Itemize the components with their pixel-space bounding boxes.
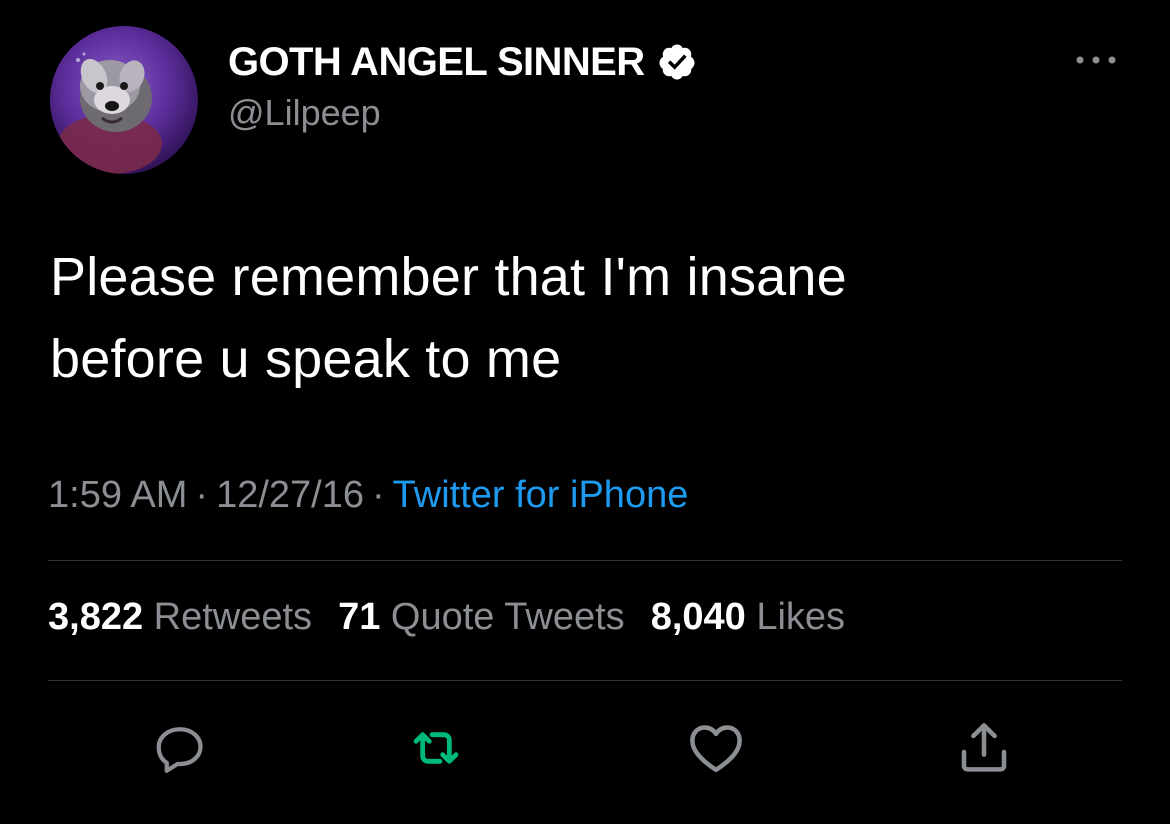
verified-badge-icon bbox=[659, 44, 694, 80]
more-icon[interactable] bbox=[1072, 48, 1120, 72]
heart-icon bbox=[690, 725, 742, 773]
likes-stat[interactable]: 8,040 Likes bbox=[651, 596, 845, 638]
tweet-date[interactable]: 12/27/16 bbox=[216, 474, 364, 516]
divider bbox=[48, 680, 1122, 681]
tweet-meta: 1:59 AM · 12/27/16 · Twitter for iPhone bbox=[48, 474, 688, 517]
share-icon bbox=[961, 723, 1007, 772]
meta-separator: · bbox=[195, 474, 209, 516]
quote-tweets-count: 71 bbox=[338, 596, 381, 638]
meta-separator: · bbox=[372, 474, 385, 516]
tweet-stats: 3,822 Retweets 71 Quote Tweets 8,040 Likes bbox=[48, 596, 871, 639]
tweet-text-line: Please remember that I'm insane bbox=[50, 247, 847, 307]
likes-label: Likes bbox=[756, 596, 846, 638]
retweets-label: Retweets bbox=[153, 596, 313, 638]
quote-tweets-label: Quote Tweets bbox=[390, 596, 625, 638]
retweets-count: 3,822 bbox=[48, 596, 144, 638]
reply-icon bbox=[156, 727, 203, 773]
divider bbox=[48, 560, 1122, 561]
display-name[interactable]: GOTH ANGEL SINNER bbox=[228, 40, 645, 85]
tweet-detail: GOTH ANGEL SINNER @Lilpeep Please rememb… bbox=[0, 0, 1170, 824]
user-name-row[interactable]: GOTH ANGEL SINNER bbox=[228, 38, 697, 86]
quote-tweets-stat[interactable]: 71 Quote Tweets bbox=[338, 596, 625, 638]
retweet-button[interactable] bbox=[404, 716, 468, 780]
avatar[interactable] bbox=[50, 26, 198, 174]
like-button[interactable] bbox=[684, 716, 748, 780]
reply-button[interactable] bbox=[148, 716, 212, 780]
likes-count: 8,040 bbox=[650, 596, 746, 638]
tweet-actions bbox=[0, 716, 1170, 780]
tweet-time[interactable]: 1:59 AM bbox=[48, 474, 187, 516]
tweet-source-link[interactable]: Twitter for iPhone bbox=[393, 474, 689, 516]
retweet-icon bbox=[413, 732, 459, 764]
tweet-text-line: before u speak to me bbox=[50, 329, 562, 389]
share-button[interactable] bbox=[952, 716, 1016, 780]
dog-avatar-icon bbox=[58, 52, 162, 174]
user-handle[interactable]: @Lilpeep bbox=[228, 92, 381, 134]
retweets-stat[interactable]: 3,822 Retweets bbox=[48, 596, 312, 638]
tweet-text: Please remember that I'm insane before u… bbox=[50, 236, 1110, 400]
